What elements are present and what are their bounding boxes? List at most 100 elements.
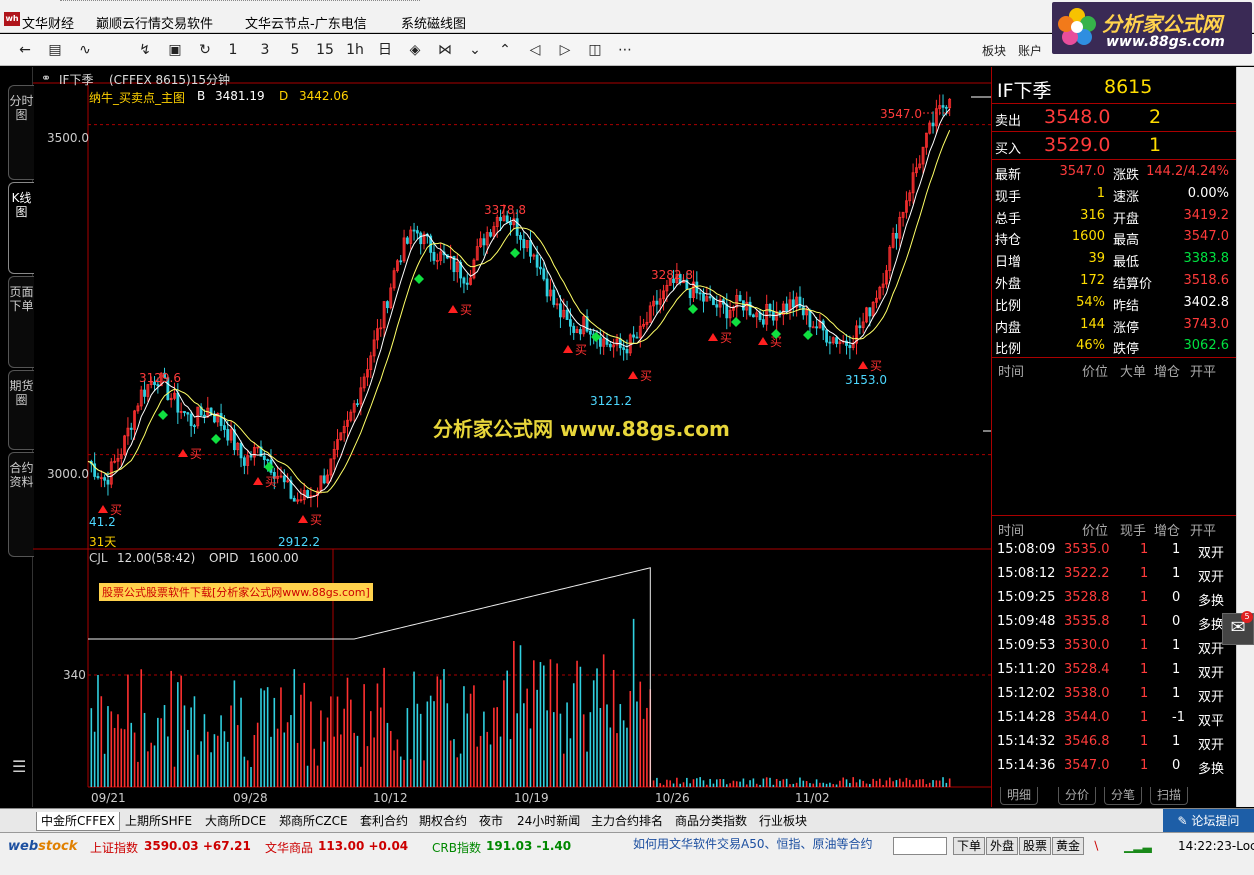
buy-arrow-icon: [628, 371, 638, 379]
vertical-scrollbar[interactable]: [1236, 67, 1254, 807]
gold-button[interactable]: 黄金: [1052, 837, 1085, 855]
tab-commodity-index[interactable]: 商品分类指数: [671, 812, 751, 830]
tick-row[interactable]: 15:09:53 3530.0 1 1 双开: [992, 635, 1237, 657]
line-chart-icon[interactable]: ∿: [74, 40, 96, 60]
period-1h-button[interactable]: 1h: [344, 40, 366, 60]
news-ticker[interactable]: 如何用文华软件交易A50、恒指、原油等合约: [633, 835, 872, 852]
arrow-right-icon[interactable]: ▷: [554, 40, 576, 60]
sell-row[interactable]: 卖出 3548.0 2: [992, 105, 1237, 133]
promo-banner[interactable]: 股票公式股票软件下载[分析家公式网www.88gs.com]: [99, 583, 373, 601]
tick-row[interactable]: 15:09:25 3528.8 1 0 多换: [992, 587, 1237, 609]
candle-body: [545, 278, 549, 297]
chevron-down-icon[interactable]: ⌄: [464, 40, 486, 60]
window-tab-cloud-node[interactable]: 文华云节点-广东电信: [245, 13, 367, 32]
sell-signal-diamond-icon: [264, 462, 274, 472]
tab-dce[interactable]: 大商所DCE: [201, 812, 270, 830]
stat-value: 172: [1080, 273, 1105, 288]
period-1min-button[interactable]: 1: [222, 40, 244, 60]
save-icon[interactable]: ▣: [164, 40, 186, 60]
window-tab-wenhua[interactable]: 文华财经: [22, 13, 74, 32]
tick-oc: 双平: [1198, 714, 1225, 729]
zoom-in-icon[interactable]: ◈: [404, 40, 426, 60]
tab-scan[interactable]: 扫描: [1150, 787, 1189, 805]
tab-price-dist[interactable]: 分价: [1058, 787, 1097, 805]
tick-row[interactable]: 15:12:02 3538.0 1 1 双开: [992, 683, 1237, 705]
list-icon[interactable]: ▤: [44, 40, 66, 60]
buy-row[interactable]: 买入 3529.0 1: [992, 133, 1237, 161]
tab-kline[interactable]: K线图: [8, 182, 34, 274]
tick-oi: 1: [1172, 686, 1181, 701]
forum-button[interactable]: ✎ 论坛提问: [1163, 809, 1254, 833]
layout-icon[interactable]: ◫: [584, 40, 606, 60]
order-button[interactable]: 下单: [953, 837, 986, 855]
stock-button[interactable]: 股票: [1019, 837, 1052, 855]
tab-industry[interactable]: 行业板块: [755, 812, 811, 830]
tab-order[interactable]: 页面下单: [8, 276, 34, 368]
tick-row[interactable]: 15:08:12 3522.2 1 1 双开: [992, 563, 1237, 585]
candle-body: [535, 254, 539, 268]
stat-label: 日增: [995, 255, 1022, 271]
tick-price: 3528.4: [1064, 662, 1110, 677]
toolbar-account-button[interactable]: 账户: [1018, 42, 1042, 59]
candle-body: [415, 230, 419, 234]
back-arrow-icon[interactable]: ←: [14, 40, 36, 60]
period-15min-button[interactable]: 15: [314, 40, 336, 60]
buy-signal-label: 买: [460, 303, 472, 317]
tab-spread[interactable]: 套利合约: [356, 812, 412, 830]
tick-row[interactable]: 15:11:20 3528.4 1 1 双开: [992, 659, 1237, 681]
link-icon[interactable]: ⚭: [41, 71, 51, 85]
tab-ticks[interactable]: 分笔: [1104, 787, 1143, 805]
tick-price: 3535.0: [1064, 542, 1110, 557]
tab-night[interactable]: 夜市: [475, 812, 507, 830]
tick-row[interactable]: 15:14:28 3544.0 1 -1 双平: [992, 707, 1237, 729]
tab-contract-info[interactable]: 合约资料: [8, 452, 34, 557]
tick-oi: -1: [1172, 710, 1185, 725]
more-icon[interactable]: ⋯: [614, 40, 636, 60]
candle-body: [702, 293, 705, 302]
candle-body: [489, 232, 492, 237]
candle-body: [608, 343, 612, 348]
bigorder-header: 时间 价位 大单 增仓 开平: [992, 358, 1237, 380]
candle-body: [815, 326, 818, 329]
tab-czce[interactable]: 郑商所CZCE: [275, 812, 352, 830]
tick-oi: 0: [1172, 614, 1181, 629]
tab-news24[interactable]: 24小时新闻: [513, 812, 584, 830]
period-5min-button[interactable]: 5: [284, 40, 306, 60]
tab-detail[interactable]: 明细: [1000, 787, 1039, 805]
foreign-button[interactable]: 外盘: [986, 837, 1019, 855]
signal-icon: ▁▂▃: [1124, 839, 1152, 853]
tick-row[interactable]: 15:14:36 3547.0 1 0 多换: [992, 755, 1237, 777]
tab-options[interactable]: 期权合约: [415, 812, 471, 830]
tick-row[interactable]: 15:08:09 3535.0 1 1 双开: [992, 539, 1237, 561]
tab-futures-circle[interactable]: 期货圈: [8, 370, 34, 450]
refresh-icon[interactable]: ↻: [194, 40, 216, 60]
window-tab-software[interactable]: 巅顺云行情交易软件: [96, 13, 213, 32]
arrow-left-icon[interactable]: ◁: [524, 40, 546, 60]
tick-row[interactable]: 15:09:48 3535.8 1 0 多换: [992, 611, 1237, 633]
tab-cffex[interactable]: 中金所CFFEX: [36, 812, 120, 831]
code-input[interactable]: [893, 837, 947, 855]
kline-chart[interactable]: 买买买买买买买买买买 ⚭ IF下季 (CFFEX 8615)15分钟 纳牛_买卖…: [33, 67, 991, 807]
tick-row[interactable]: 15:14:32 3546.8 1 1 双开: [992, 731, 1237, 753]
chevron-up-icon[interactable]: ⌃: [494, 40, 516, 60]
zoom-out-icon[interactable]: ⋈: [434, 40, 456, 60]
tick-qty: 1: [1140, 710, 1149, 725]
candle-body: [559, 303, 562, 318]
period-3min-button[interactable]: 3: [254, 40, 276, 60]
tab-shfe[interactable]: 上期所SHFE: [121, 812, 196, 830]
chart-subtitle: (CFFEX 8615)15分钟: [109, 73, 230, 87]
lightning-icon[interactable]: ↯: [134, 40, 156, 60]
buy-signal-label: 买: [575, 343, 587, 357]
tick-oi: 1: [1172, 566, 1181, 581]
menu-icon[interactable]: ☰: [12, 757, 26, 776]
toolbar-sector-button[interactable]: 板块: [982, 42, 1006, 59]
mail-button[interactable]: ✉ 5: [1222, 611, 1254, 645]
tick-oc: 双开: [1198, 570, 1225, 585]
tab-timeshare[interactable]: 分时图: [8, 85, 34, 180]
period-day-button[interactable]: 日: [374, 40, 396, 60]
tab-ranking[interactable]: 主力合约排名: [587, 812, 667, 830]
candle-body: [552, 289, 556, 305]
stat-value: 3518.6: [1183, 273, 1230, 288]
window-tab-system[interactable]: 系统磁线图: [401, 13, 466, 32]
candle-body: [356, 403, 359, 406]
